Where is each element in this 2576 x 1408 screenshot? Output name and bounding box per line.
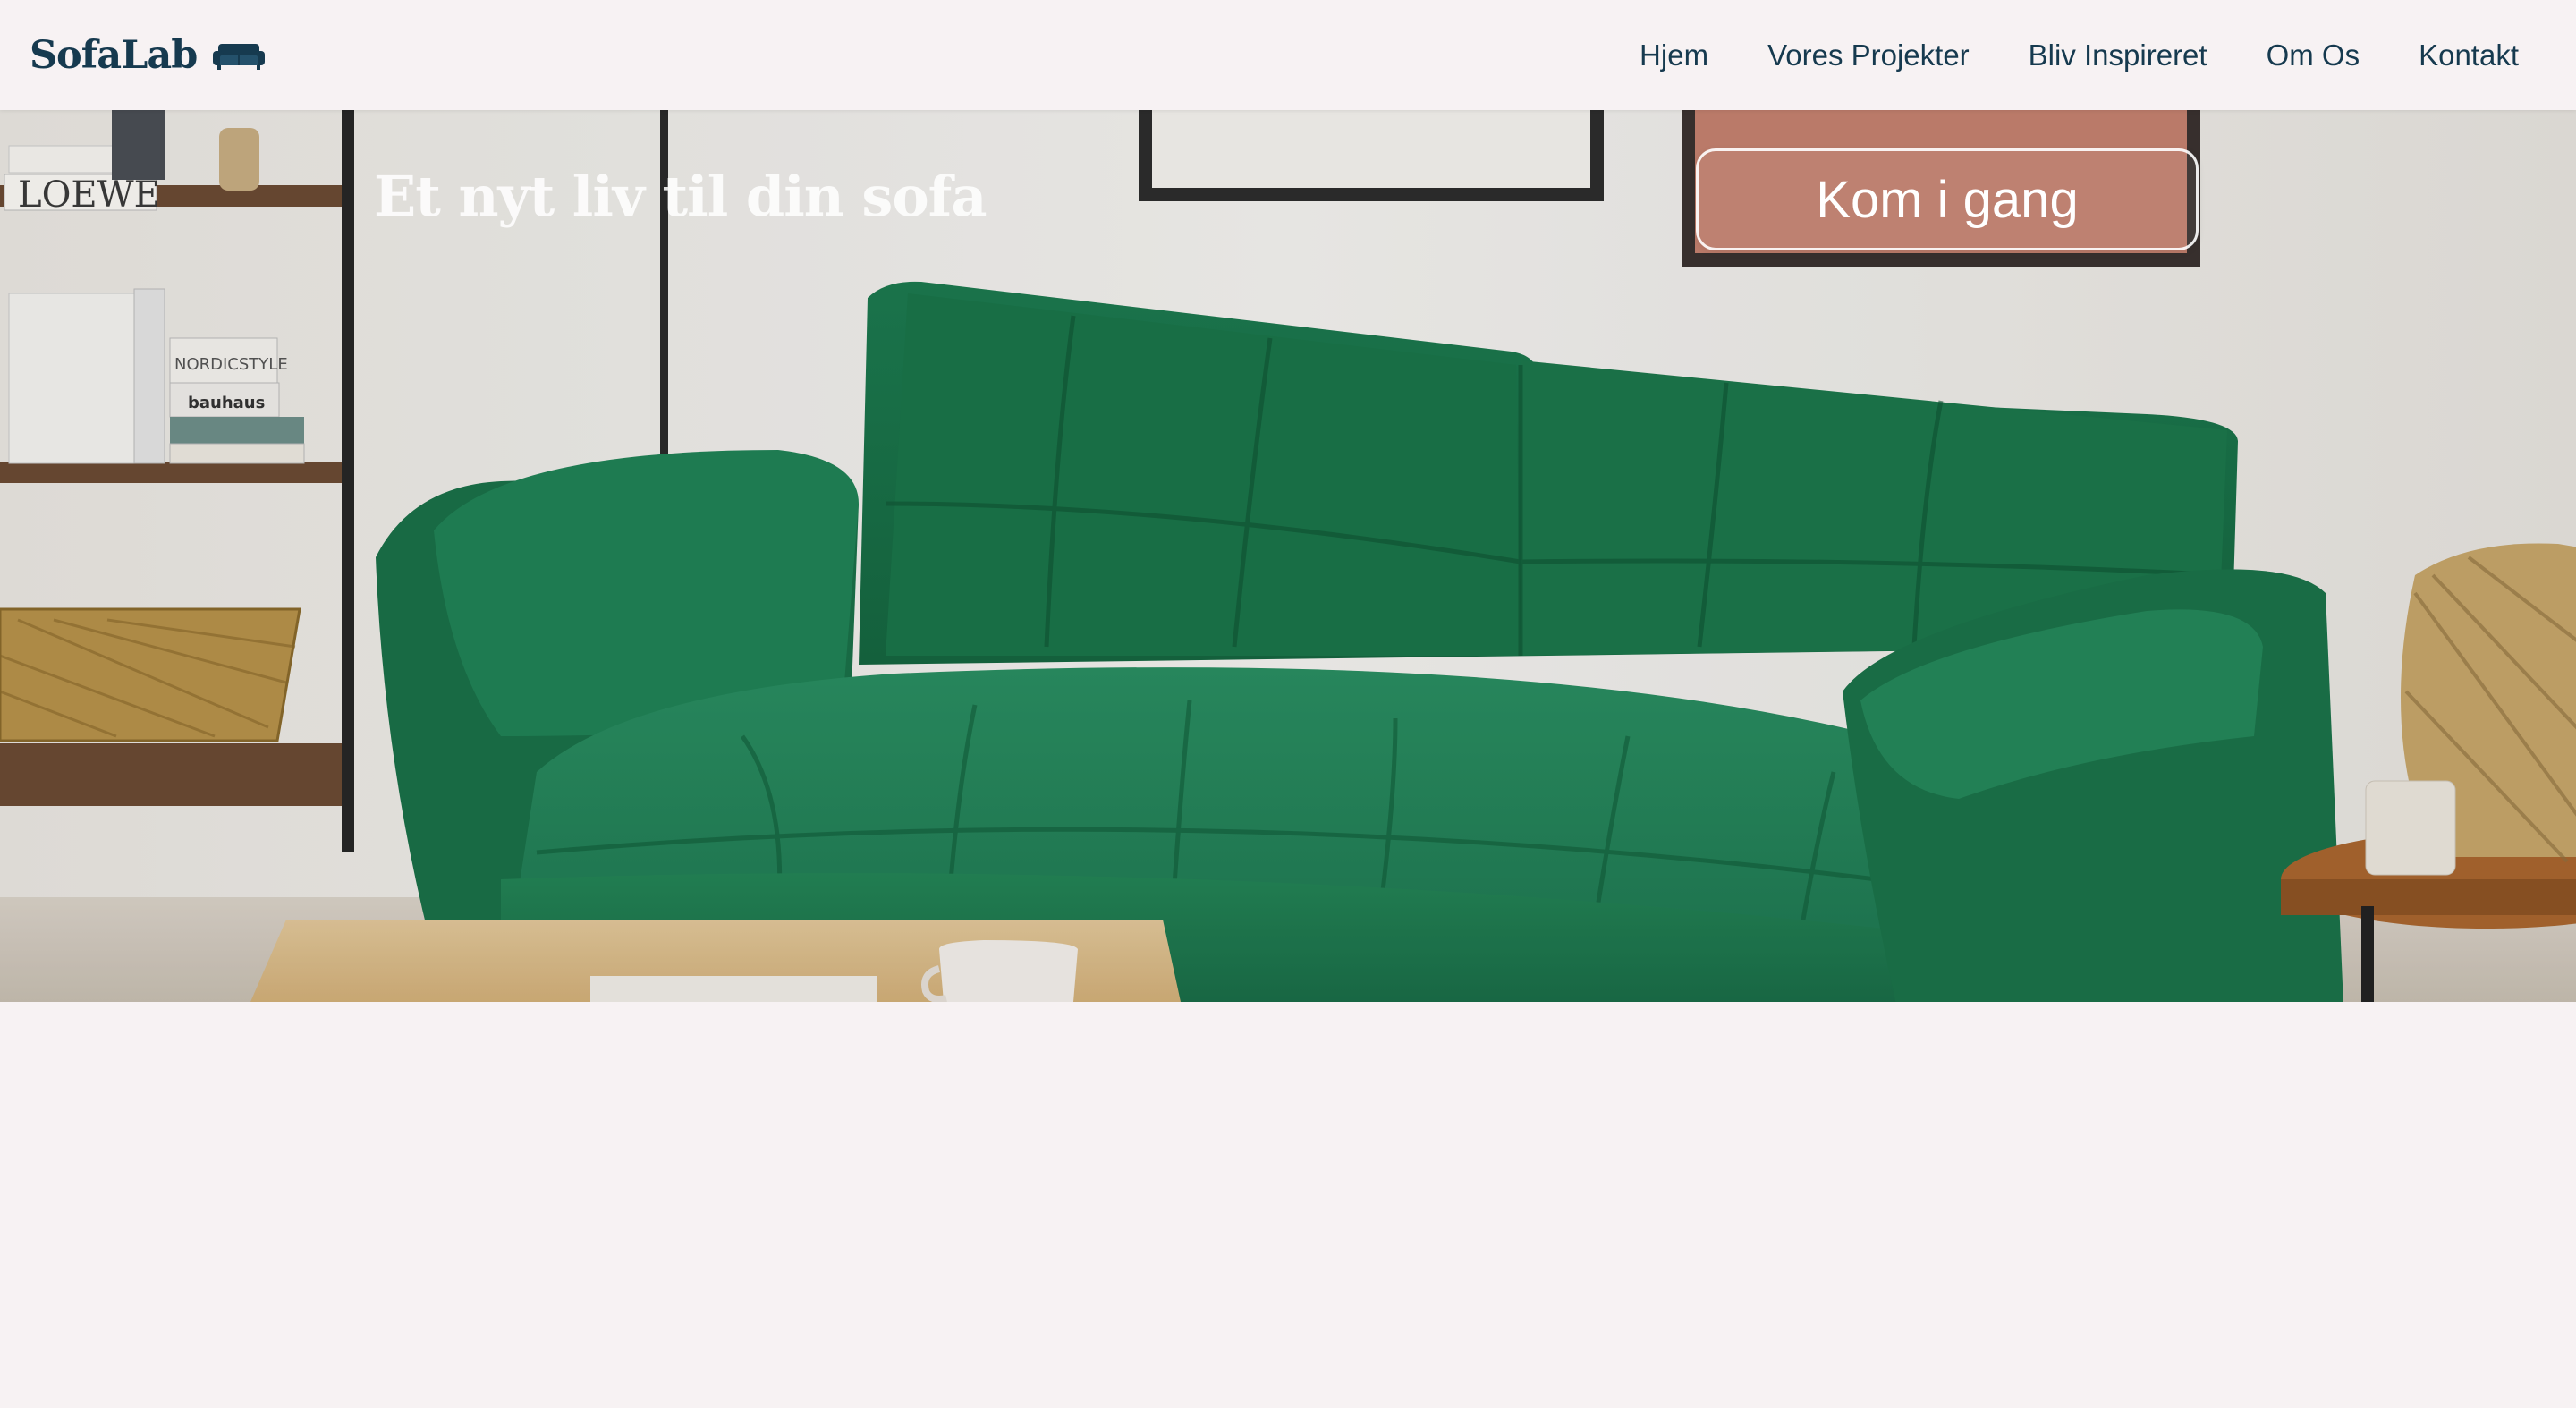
nav-link-bliv-inspireret[interactable]: Bliv Inspireret: [2029, 38, 2207, 72]
hero-title: Et nyt liv til din sofa: [374, 164, 987, 229]
nav-link-kontakt[interactable]: Kontakt: [2419, 38, 2519, 72]
nav-link-hjem[interactable]: Hjem: [1640, 38, 1708, 72]
get-started-button[interactable]: Kom i gang: [1696, 148, 2199, 250]
nav-link-om-os[interactable]: Om Os: [2267, 38, 2360, 72]
hero-section: LOEWE NORDICSTYLE bauhaus Et nyt liv til…: [0, 110, 2576, 1002]
nav-menu: Hjem Vores Projekter Bliv Inspireret Om …: [1640, 38, 2519, 72]
page-content: [0, 1002, 2576, 1408]
top-navbar: SofaLab Hjem Vores Projekter Bliv Inspir…: [0, 0, 2576, 110]
nav-link-vores-projekter[interactable]: Vores Projekter: [1767, 38, 1970, 72]
brand-name: SofaLab: [30, 32, 198, 78]
sofa-icon: [213, 40, 266, 71]
brand-logo[interactable]: SofaLab: [30, 32, 266, 78]
